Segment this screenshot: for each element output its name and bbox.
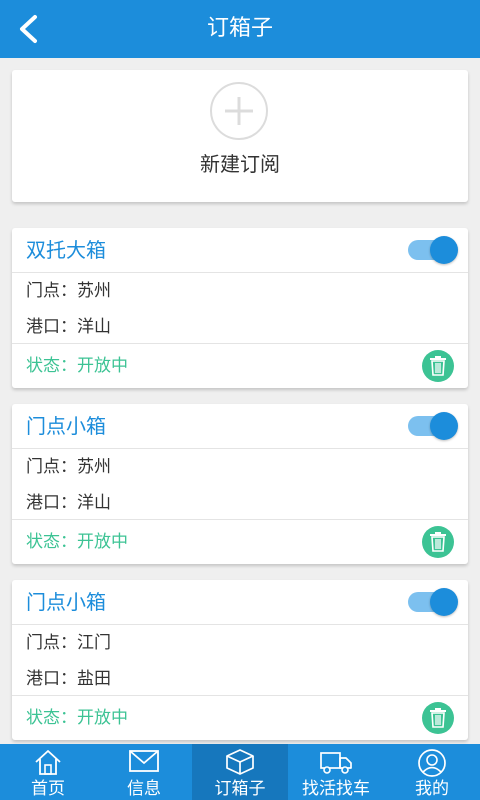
- status-text: 状态：开放中: [26, 532, 128, 552]
- delete-button[interactable]: [422, 526, 454, 558]
- delete-button[interactable]: [422, 350, 454, 382]
- tab-label: 我的: [415, 779, 449, 799]
- door-point: 门点：苏州: [26, 457, 111, 477]
- card-title: 双托大箱: [26, 238, 106, 262]
- door-point: 门点：苏州: [26, 281, 111, 301]
- tab-label: 首页: [31, 779, 65, 799]
- door-point: 门点：江门: [26, 633, 111, 653]
- delete-button[interactable]: [422, 702, 454, 734]
- tab-label: 信息: [127, 779, 161, 799]
- tab-home[interactable]: 首页: [0, 744, 96, 800]
- top-bar: 订箱子: [0, 0, 480, 58]
- trash-icon: [430, 532, 446, 552]
- card-title: 门点小箱: [26, 590, 106, 614]
- subscription-toggle[interactable]: [408, 236, 458, 264]
- subscription-card: 双托大箱 门点：苏州 港口：洋山 状态：开放中: [12, 228, 468, 388]
- subscription-card: 门点小箱 门点：江门 港口：盐田 状态：开放中: [12, 580, 468, 740]
- trash-icon: [430, 708, 446, 728]
- truck-icon: [320, 752, 352, 774]
- trash-icon: [430, 356, 446, 376]
- home-icon: [35, 750, 61, 775]
- tab-messages[interactable]: 信息: [96, 744, 192, 800]
- bottom-tab-bar: 首页 信息 订箱子 找活找车 我的: [0, 744, 480, 800]
- status-text: 状态：开放中: [26, 708, 128, 728]
- card-title: 门点小箱: [26, 414, 106, 438]
- plus-icon: [210, 82, 268, 140]
- new-subscription-card[interactable]: [12, 70, 468, 202]
- tab-label: 找活找车: [302, 779, 370, 799]
- tab-profile[interactable]: 我的: [384, 744, 480, 800]
- new-subscription-label: 新建订阅: [200, 152, 280, 176]
- port: 港口：洋山: [26, 493, 111, 513]
- status-text: 状态：开放中: [26, 356, 128, 376]
- box-icon: [226, 749, 254, 775]
- subscription-card: 门点小箱 门点：苏州 港口：洋山 状态：开放中: [12, 404, 468, 564]
- subscription-toggle[interactable]: [408, 412, 458, 440]
- tab-find-jobs-trucks[interactable]: 找活找车: [288, 744, 384, 800]
- tab-label: 订箱子: [214, 779, 266, 799]
- page-title: 订箱子: [206, 16, 273, 41]
- port: 港口：盐田: [26, 669, 111, 689]
- tab-book-container[interactable]: 订箱子: [192, 744, 288, 800]
- mail-icon: [129, 750, 159, 772]
- user-icon: [418, 749, 446, 777]
- port: 港口：洋山: [26, 317, 111, 337]
- subscription-toggle[interactable]: [408, 588, 458, 616]
